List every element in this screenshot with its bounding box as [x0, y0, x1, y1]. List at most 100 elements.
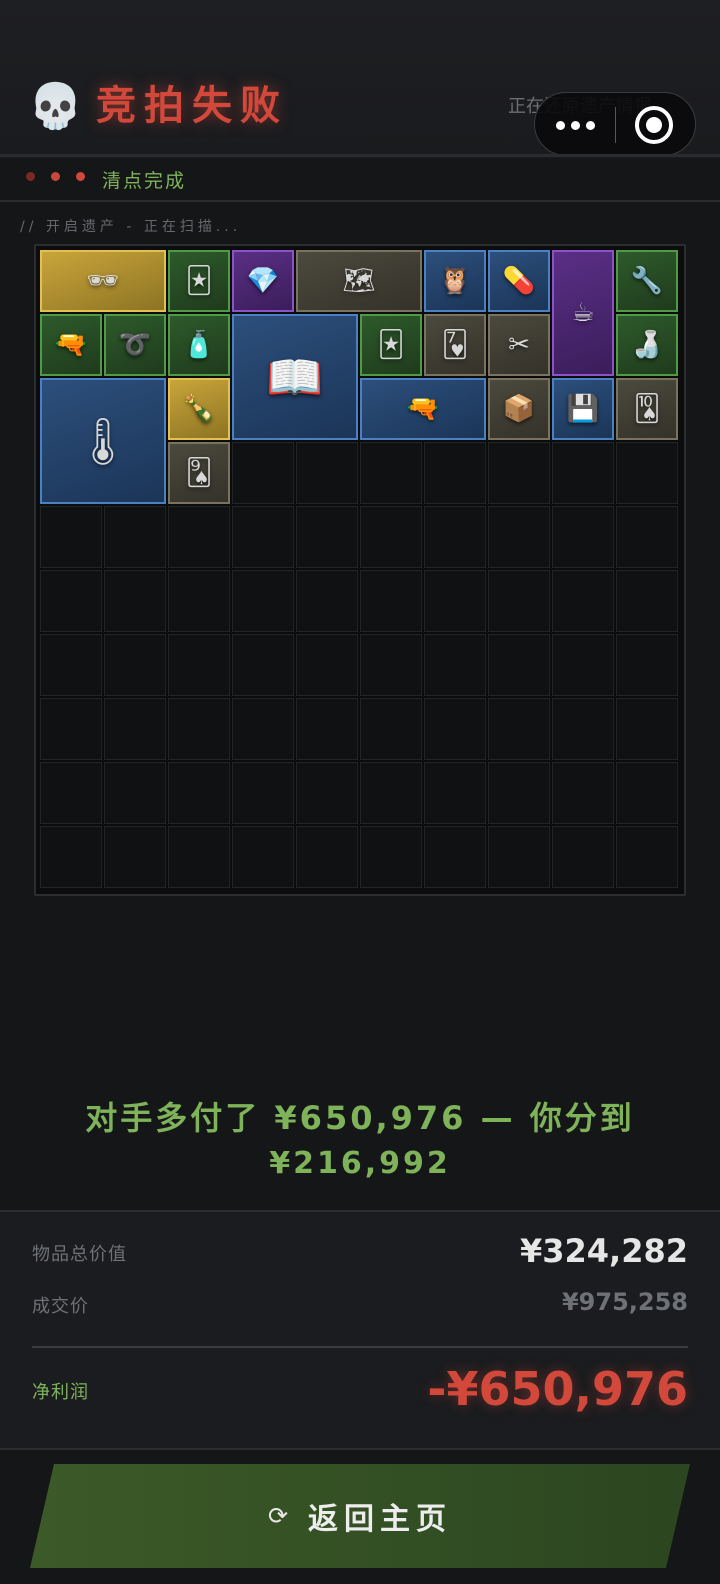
grid-cell: [296, 570, 358, 632]
grid-cell: [168, 634, 230, 696]
progress-dot: [51, 172, 60, 181]
grid-cell: [488, 762, 550, 824]
item-wrench[interactable]: 🔧: [616, 250, 678, 312]
good-luck-card-2-icon: 🃏: [377, 330, 405, 360]
item-good-luck-card[interactable]: 🃏: [168, 250, 230, 312]
grid-cell: [552, 442, 614, 504]
bullet-icon: 🔫: [54, 330, 88, 360]
item-drink-bottle[interactable]: 🍾: [168, 378, 230, 440]
item-good-luck-card-2[interactable]: 🃏: [360, 314, 422, 376]
grid-cell: [616, 698, 678, 760]
crystal-earring-icon: 💎: [246, 266, 280, 296]
grid-cell: [360, 762, 422, 824]
page-title: 竞拍失败: [96, 83, 288, 129]
item-small-tray[interactable]: 🍶: [616, 314, 678, 376]
result-share-amount: ¥216,992: [269, 1146, 451, 1181]
skull-icon: 💀: [28, 81, 83, 132]
item-hose[interactable]: ➰: [104, 314, 166, 376]
item-digital-thermometer[interactable]: 🌡: [40, 378, 166, 504]
item-playing-card-spades[interactable]: 🂪: [616, 378, 678, 440]
target-icon[interactable]: [635, 106, 673, 144]
item-medicine-bottle[interactable]: 🧴: [168, 314, 230, 376]
grid-cell: [168, 698, 230, 760]
grid-cell: [616, 762, 678, 824]
item-bullet[interactable]: 🔫: [40, 314, 102, 376]
grid-cell: [552, 762, 614, 824]
grid-cell: [360, 442, 422, 504]
status-divider: [0, 200, 720, 202]
item-sunglasses[interactable]: 🕶: [40, 250, 166, 312]
item-wooden-bird[interactable]: 🦉: [424, 250, 486, 312]
progress-dots: [26, 172, 85, 181]
grid-cell: [552, 826, 614, 888]
result-message: 对手多付了 ¥650,976 — 你分到: [85, 1099, 635, 1137]
grid-cell: [40, 506, 102, 568]
grid-cell: [40, 570, 102, 632]
progress-dot: [26, 172, 35, 181]
drink-bottle-icon: 🍾: [182, 394, 216, 424]
grid-cell: [360, 698, 422, 760]
grid-cell: [104, 762, 166, 824]
total-value: ¥324,282: [519, 1232, 688, 1270]
item-crystal-earring[interactable]: 💎: [232, 250, 294, 312]
header-divider: [0, 154, 720, 157]
summary-divider: [32, 1346, 688, 1348]
grid-cell: [232, 506, 294, 568]
more-dots-icon[interactable]: [535, 93, 615, 157]
playing-card-spades-icon: 🂪: [633, 394, 661, 424]
progress-dot: [76, 172, 85, 181]
small-tray-icon: 🍶: [630, 330, 664, 360]
grid-cell: [40, 762, 102, 824]
grid-cell: [424, 442, 486, 504]
grid-cell: [360, 506, 422, 568]
item-cardboard-box[interactable]: 📦: [488, 378, 550, 440]
grid-cell: [104, 698, 166, 760]
wooden-bird-icon: 🦉: [438, 266, 472, 296]
grid-cell: [104, 826, 166, 888]
cardboard-box-icon: 📦: [502, 394, 536, 424]
item-old-map[interactable]: 🗺: [296, 250, 422, 312]
coffee-bag-icon: ☕: [571, 298, 595, 328]
grid-cell: [296, 634, 358, 696]
item-playing-card-spades-2[interactable]: 🂩: [168, 442, 230, 504]
grid-cell: [104, 570, 166, 632]
grid-cell: [40, 826, 102, 888]
item-pill-strip[interactable]: 💊: [488, 250, 550, 312]
grid-cell: [424, 698, 486, 760]
item-playing-card-hearts[interactable]: 🂷: [424, 314, 486, 376]
grid-cell: [552, 698, 614, 760]
grid-cell: [232, 698, 294, 760]
count-status: 清点完成: [102, 170, 187, 192]
grid-cell: [360, 634, 422, 696]
net-profit-value: -¥650,976: [427, 1362, 688, 1416]
grid-cell: [232, 570, 294, 632]
return-home-label: 返回主页: [308, 1502, 453, 1537]
grid-cell: [424, 826, 486, 888]
mini-program-capsule: [534, 92, 696, 156]
deal-price-label: 成交价: [32, 1296, 89, 1317]
grid-cell: [40, 698, 102, 760]
grid-cell: [616, 442, 678, 504]
inventory-grid: 🕶 🃏 💎 🗺 🦉 💊 ☕ 🔧 🔫 ➰ 🧴 📖 🃏 🂷 ✂ 🍶 🌡 🍾 🔫 📦 💾 🂪 🂩: [34, 244, 686, 896]
item-coffee-bag[interactable]: ☕: [552, 250, 614, 376]
grid-cell: [104, 506, 166, 568]
sunglasses-icon: 🕶: [86, 266, 120, 296]
item-rifle[interactable]: 🔫: [360, 378, 486, 440]
item-forceps[interactable]: ✂: [488, 314, 550, 376]
grid-cell: [40, 634, 102, 696]
grid-cell: [616, 826, 678, 888]
hard-drive-icon: 💾: [566, 394, 600, 424]
item-magazine[interactable]: 📖: [232, 314, 358, 440]
grid-cell: [296, 762, 358, 824]
grid-cell: [104, 634, 166, 696]
playing-card-hearts-icon: 🂷: [441, 330, 469, 360]
pill-strip-icon: 💊: [502, 266, 536, 296]
hose-icon: ➰: [118, 330, 152, 360]
magazine-icon: 📖: [266, 350, 324, 404]
capsule-divider: [615, 107, 616, 143]
grid-cell: [168, 762, 230, 824]
return-home-button[interactable]: ⟳ 返回主页: [30, 1464, 690, 1568]
grid-cell: [424, 506, 486, 568]
deal-price: ¥975,258: [561, 1288, 688, 1316]
item-hard-drive[interactable]: 💾: [552, 378, 614, 440]
